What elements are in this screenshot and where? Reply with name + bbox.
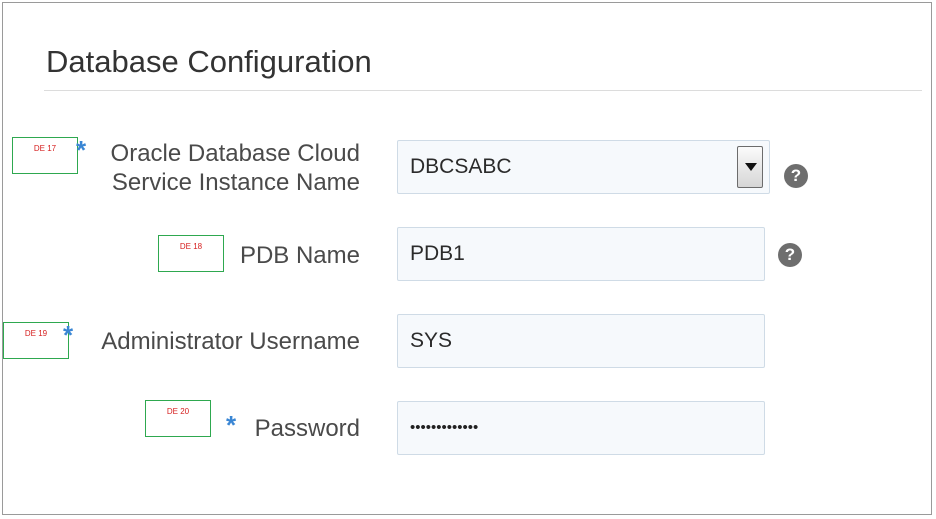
pdb-name-input[interactable]: PDB1 [397, 227, 765, 281]
required-marker: * [63, 320, 74, 350]
pdb-name-label: PDB Name [239, 242, 360, 269]
pdb-name-value: PDB1 [410, 242, 465, 265]
instance-name-value: DBCSABC [410, 155, 512, 178]
annotation-tag-text: DE 18 [179, 242, 203, 251]
instance-name-label-line2: Service Instance Name [111, 169, 360, 196]
admin-username-input[interactable]: SYS [397, 314, 765, 368]
required-marker: * [226, 410, 237, 440]
chevron-down-icon[interactable] [737, 146, 763, 188]
help-icon[interactable]: ? [784, 164, 808, 188]
annotation-tag-de17: DE 17 [12, 137, 78, 174]
password-label: Password [254, 415, 360, 442]
section-title: Database Configuration [46, 44, 372, 79]
title-divider [44, 90, 922, 91]
admin-username-value: SYS [410, 329, 453, 352]
instance-name-label-line1: Oracle Database Cloud [110, 140, 360, 167]
instance-name-label: Oracle Database Cloud Service Instance N… [111, 139, 360, 197]
help-icon[interactable]: ? [778, 243, 802, 267]
password-masked-value: ••••••••••••• [410, 419, 479, 436]
annotation-tag-de20: DE 20 [145, 400, 211, 437]
annotation-tag-text: DE 19 [24, 329, 48, 338]
annotation-tag-text: DE 20 [166, 407, 190, 416]
annotation-tag-de19: DE 19 [3, 322, 69, 359]
annotation-tag-text: DE 17 [33, 144, 57, 153]
admin-username-label: Administrator Username [101, 328, 360, 355]
required-marker: * [76, 135, 87, 165]
annotation-tag-de18: DE 18 [158, 235, 224, 272]
instance-name-select[interactable]: DBCSABC [397, 140, 770, 194]
password-input[interactable]: ••••••••••••• [397, 401, 765, 455]
